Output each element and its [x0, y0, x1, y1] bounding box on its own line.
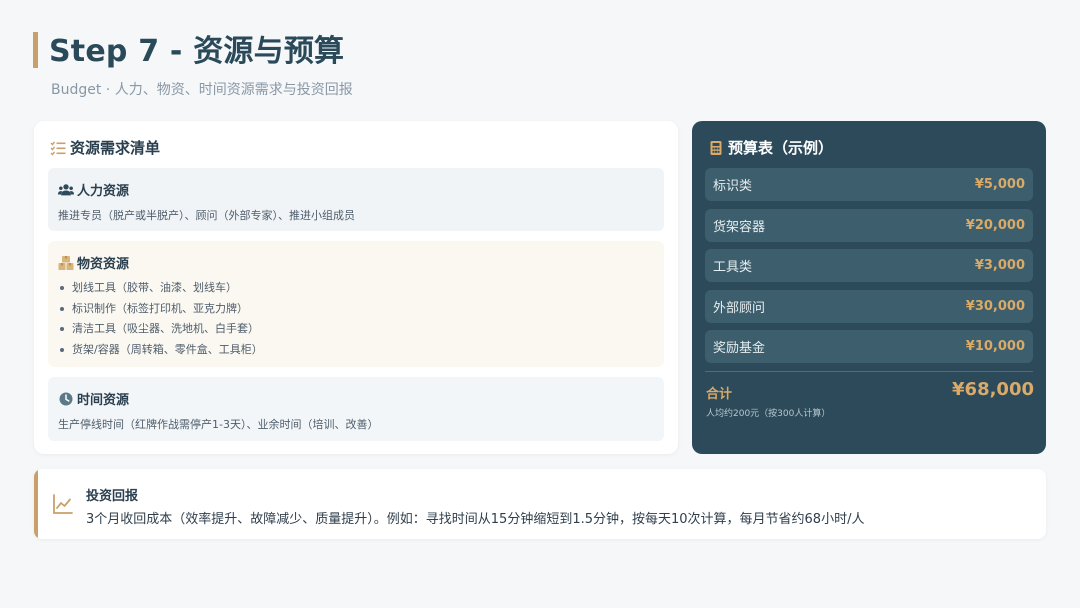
list-item: 货架/容器（周转箱、零件盒、工具柜）: [60, 340, 263, 361]
budget-total-note: 人均约200元（按300人计算）: [706, 409, 831, 419]
budget-row-label: 外部顾问: [713, 301, 766, 316]
time-resource-text: 生产停线时间（红牌作战需停产1-3天）、业余时间（培训、改善）: [58, 418, 379, 431]
time-resource-header: 时间资源: [58, 389, 129, 408]
material-resource-title: 物资资源: [77, 257, 130, 272]
budget-table-card: 预算表（示例） 标识类 ¥5,000 货架容器 ¥20,000 工具类 ¥3,0…: [692, 121, 1046, 454]
budget-row-value: ¥5,000: [974, 177, 1025, 192]
list-item: 标识制作（标签打印机、亚克力牌）: [60, 299, 263, 320]
budget-divider: [705, 371, 1033, 372]
budget-row-label: 货架容器: [713, 220, 766, 235]
roi-card: 投资回报 3个月收回成本（效率提升、故障减少、质量提升）。例如：寻找时间从15分…: [34, 469, 1046, 539]
material-resource-section: 物资资源 划线工具（胶带、油漆、划线车） 标识制作（标签打印机、亚克力牌） 清洁…: [48, 241, 664, 367]
page-subtitle: Budget · 人力、物资、时间资源需求与投资回报: [51, 82, 353, 98]
budget-total-label: 合计: [706, 387, 733, 402]
calculator-icon: [710, 140, 722, 155]
roi-title: 投资回报: [86, 489, 139, 504]
list-item: 清洁工具（吸尘器、洗地机、白手套）: [60, 319, 263, 340]
resource-list-header: 资源需求清单: [50, 137, 160, 158]
human-resource-section: 人力资源 推进专员（脱产或半脱产）、顾问（外部专家）、推进小组成员: [48, 168, 664, 231]
human-resource-text: 推进专员（脱产或半脱产）、顾问（外部专家）、推进小组成员: [58, 209, 355, 222]
budget-row: 外部顾问 ¥30,000: [705, 290, 1033, 323]
budget-row: 标识类 ¥5,000: [705, 168, 1033, 201]
budget-table-title: 预算表（示例）: [728, 139, 834, 157]
time-resource-title: 时间资源: [77, 393, 130, 408]
budget-total-value: ¥68,000: [952, 379, 1034, 400]
human-resource-header: 人力资源: [58, 180, 129, 199]
checklist-icon: [50, 140, 66, 156]
list-item: 划线工具（胶带、油漆、划线车）: [60, 278, 263, 299]
budget-row-label: 标识类: [713, 179, 753, 194]
page-title: Step 7 - 资源与预算: [49, 34, 345, 69]
material-resource-list: 划线工具（胶带、油漆、划线车） 标识制作（标签打印机、亚克力牌） 清洁工具（吸尘…: [60, 278, 263, 360]
users-icon: [58, 183, 74, 195]
resource-list-card: 资源需求清单 人力资源 推进专员（脱产或半脱产）、顾问（外部专家）、推进小组成员: [34, 121, 678, 454]
material-resource-header: 物资资源: [58, 253, 129, 272]
human-resource-title: 人力资源: [77, 184, 130, 199]
budget-row-label: 奖励基金: [713, 341, 766, 356]
trend-chart-icon: [53, 494, 73, 514]
budget-row-value: ¥20,000: [965, 218, 1025, 233]
boxes-icon: [58, 255, 74, 270]
roi-accent-bar: [34, 469, 38, 539]
budget-row: 货架容器 ¥20,000: [705, 209, 1033, 242]
budget-row-value: ¥3,000: [974, 258, 1025, 273]
budget-table-header: 预算表（示例）: [708, 137, 833, 158]
title-accent-bar: [33, 32, 38, 68]
budget-row: 工具类 ¥3,000: [705, 249, 1033, 282]
clock-icon: [59, 392, 73, 405]
roi-text: 3个月收回成本（效率提升、故障减少、质量提升）。例如：寻找时间从15分钟缩短到1…: [86, 512, 865, 527]
budget-row: 奖励基金 ¥10,000: [705, 330, 1033, 363]
budget-row-value: ¥30,000: [965, 299, 1025, 314]
time-resource-section: 时间资源 生产停线时间（红牌作战需停产1-3天）、业余时间（培训、改善）: [48, 377, 664, 441]
budget-row-value: ¥10,000: [965, 339, 1025, 354]
resource-list-title: 资源需求清单: [70, 139, 161, 157]
budget-row-label: 工具类: [713, 260, 753, 275]
